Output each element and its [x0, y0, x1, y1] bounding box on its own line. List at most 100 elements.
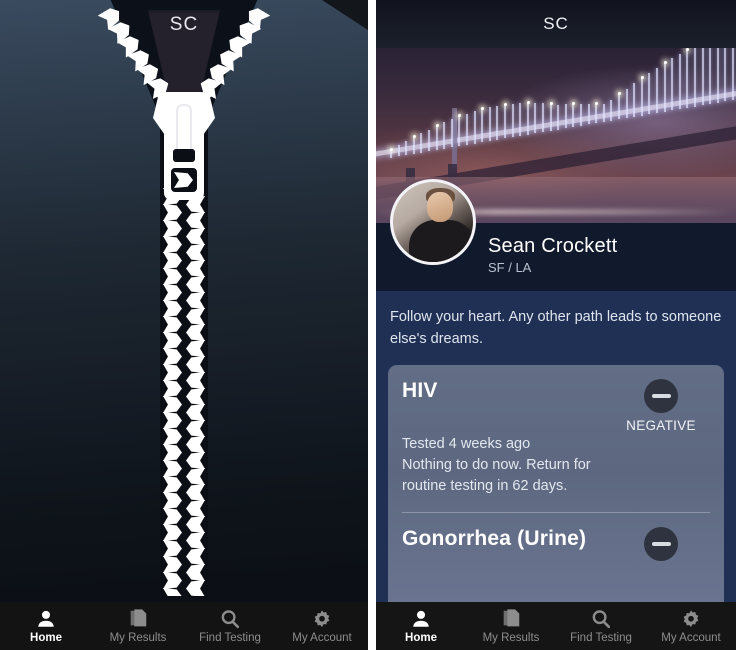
zipper-tooth: [186, 532, 205, 549]
avatar-shirt: [409, 220, 473, 262]
zipper-tooth: [163, 300, 182, 317]
documents-icon: [503, 609, 520, 627]
panel-divider: [368, 0, 376, 650]
zipper-tooth: [163, 396, 182, 413]
zipper-pull-tab[interactable]: [176, 104, 192, 154]
bridge-cable: [625, 88, 628, 119]
zipper-tooth: [186, 308, 205, 325]
bridge-cable: [435, 125, 438, 150]
tab-find-testing[interactable]: Find Testing: [184, 602, 276, 650]
bridge-cable: [694, 48, 696, 107]
zipper-tooth-icon: [174, 172, 193, 188]
bridge-lamp: [526, 101, 530, 105]
bridge-cable: [580, 103, 582, 126]
result-row-hiv[interactable]: HIV NEGATIVE Tested 4 weeks ago Nothing …: [402, 378, 710, 497]
tab-home-label: Home: [30, 632, 62, 644]
zipper-teeth-closed: [162, 188, 206, 596]
avatar[interactable]: [390, 179, 476, 265]
zipper-tooth: [186, 500, 205, 517]
result-head: HIV NEGATIVE: [402, 378, 710, 433]
left-splash-panel: SC Home My Results Find Testing My Accou…: [0, 0, 368, 650]
bridge-cable: [481, 109, 484, 143]
bridge-cable: [709, 48, 712, 105]
tab-home[interactable]: Home: [376, 602, 466, 650]
bridge-cable: [488, 107, 491, 142]
zipper-tooth: [186, 580, 205, 596]
minus-circle-icon: [644, 527, 678, 562]
result-status-block: [612, 527, 710, 562]
tab-my-results[interactable]: My Results: [466, 602, 556, 650]
profile-bio-text: Follow your heart. Any other path leads …: [390, 309, 722, 347]
tab-my-account[interactable]: My Account: [646, 602, 736, 650]
zipper-tooth: [163, 428, 182, 445]
gear-icon: [683, 610, 699, 628]
result-test-name: Gonorrhea (Urine): [402, 527, 587, 551]
bridge-lamp: [640, 75, 644, 79]
search-icon: [221, 610, 240, 629]
bridge-cable: [450, 119, 453, 148]
zipper-tooth: [186, 548, 205, 565]
zipper-tooth: [163, 316, 182, 333]
zipper-tooth: [186, 260, 205, 277]
bridge-cable: [633, 83, 636, 117]
bridge-cable: [610, 100, 613, 121]
zipper-tooth: [186, 484, 205, 501]
zipper-tooth: [186, 516, 205, 533]
bridge-cable: [473, 111, 476, 144]
zipper-tooth: [186, 292, 205, 309]
zipper-tooth: [163, 236, 182, 253]
bridge-cable: [724, 48, 727, 102]
zipper-tooth: [163, 284, 182, 301]
zipper-slider-window: [171, 168, 197, 192]
bridge-cable: [648, 72, 651, 115]
bridge-cable: [686, 50, 689, 108]
bridge-cable: [412, 137, 415, 154]
bridge-cable: [466, 113, 468, 145]
tab-find-testing-label: Find Testing: [570, 632, 632, 644]
results-card-wrap: HIV NEGATIVE Tested 4 weeks ago Nothing …: [376, 364, 736, 604]
bridge-cable: [504, 104, 506, 139]
tab-my-account[interactable]: My Account: [276, 602, 368, 650]
profile-bio: Follow your heart. Any other path leads …: [376, 291, 736, 365]
zipper-tooth: [163, 204, 182, 221]
results-card[interactable]: HIV NEGATIVE Tested 4 weeks ago Nothing …: [388, 364, 724, 604]
bridge-cable: [458, 116, 461, 147]
bridge-cable: [526, 103, 529, 135]
app-logo-left: SC: [169, 14, 199, 35]
bridge-cable: [640, 77, 643, 116]
avatar-face: [427, 192, 453, 222]
result-head: Gonorrhea (Urine): [402, 527, 710, 562]
zipper-tooth: [163, 268, 182, 285]
bridge-cable: [428, 129, 430, 152]
bridge-cable: [678, 54, 681, 110]
bridge-lamp: [435, 123, 439, 127]
person-icon: [38, 610, 54, 627]
tab-my-account-label: My Account: [292, 632, 352, 644]
bridge-lamp: [663, 61, 667, 64]
card-divider: [402, 512, 710, 514]
tabbar-left: Home My Results Find Testing My Account: [0, 602, 368, 650]
tab-my-results-label: My Results: [482, 632, 540, 644]
bridge-cable: [564, 104, 567, 129]
result-note: Nothing to do now. Return for routine te…: [402, 457, 591, 494]
result-row-gonorrhea[interactable]: Gonorrhea (Urine): [402, 527, 710, 562]
zipper-tooth: [186, 452, 205, 469]
tab-find-testing[interactable]: Find Testing: [556, 602, 646, 650]
zipper-tooth: [186, 324, 205, 341]
zipper-tooth: [186, 276, 205, 293]
tab-my-results[interactable]: My Results: [92, 602, 184, 650]
bridge-cable: [519, 103, 522, 136]
zipper-slider[interactable]: [153, 92, 215, 200]
bridge-cable: [602, 104, 605, 122]
zipper-tooth: [163, 476, 182, 493]
zipper-tooth: [186, 244, 205, 261]
zipper-tooth: [163, 412, 182, 429]
zipper-tooth: [186, 564, 205, 581]
tab-home[interactable]: Home: [0, 602, 92, 650]
zipper-tooth: [163, 252, 182, 269]
bridge-cable: [534, 103, 537, 134]
zipper-tooth: [186, 356, 205, 373]
bridge-cable: [496, 105, 499, 140]
zipper-pull-hole: [173, 149, 195, 162]
zipper-tooth: [186, 372, 205, 389]
